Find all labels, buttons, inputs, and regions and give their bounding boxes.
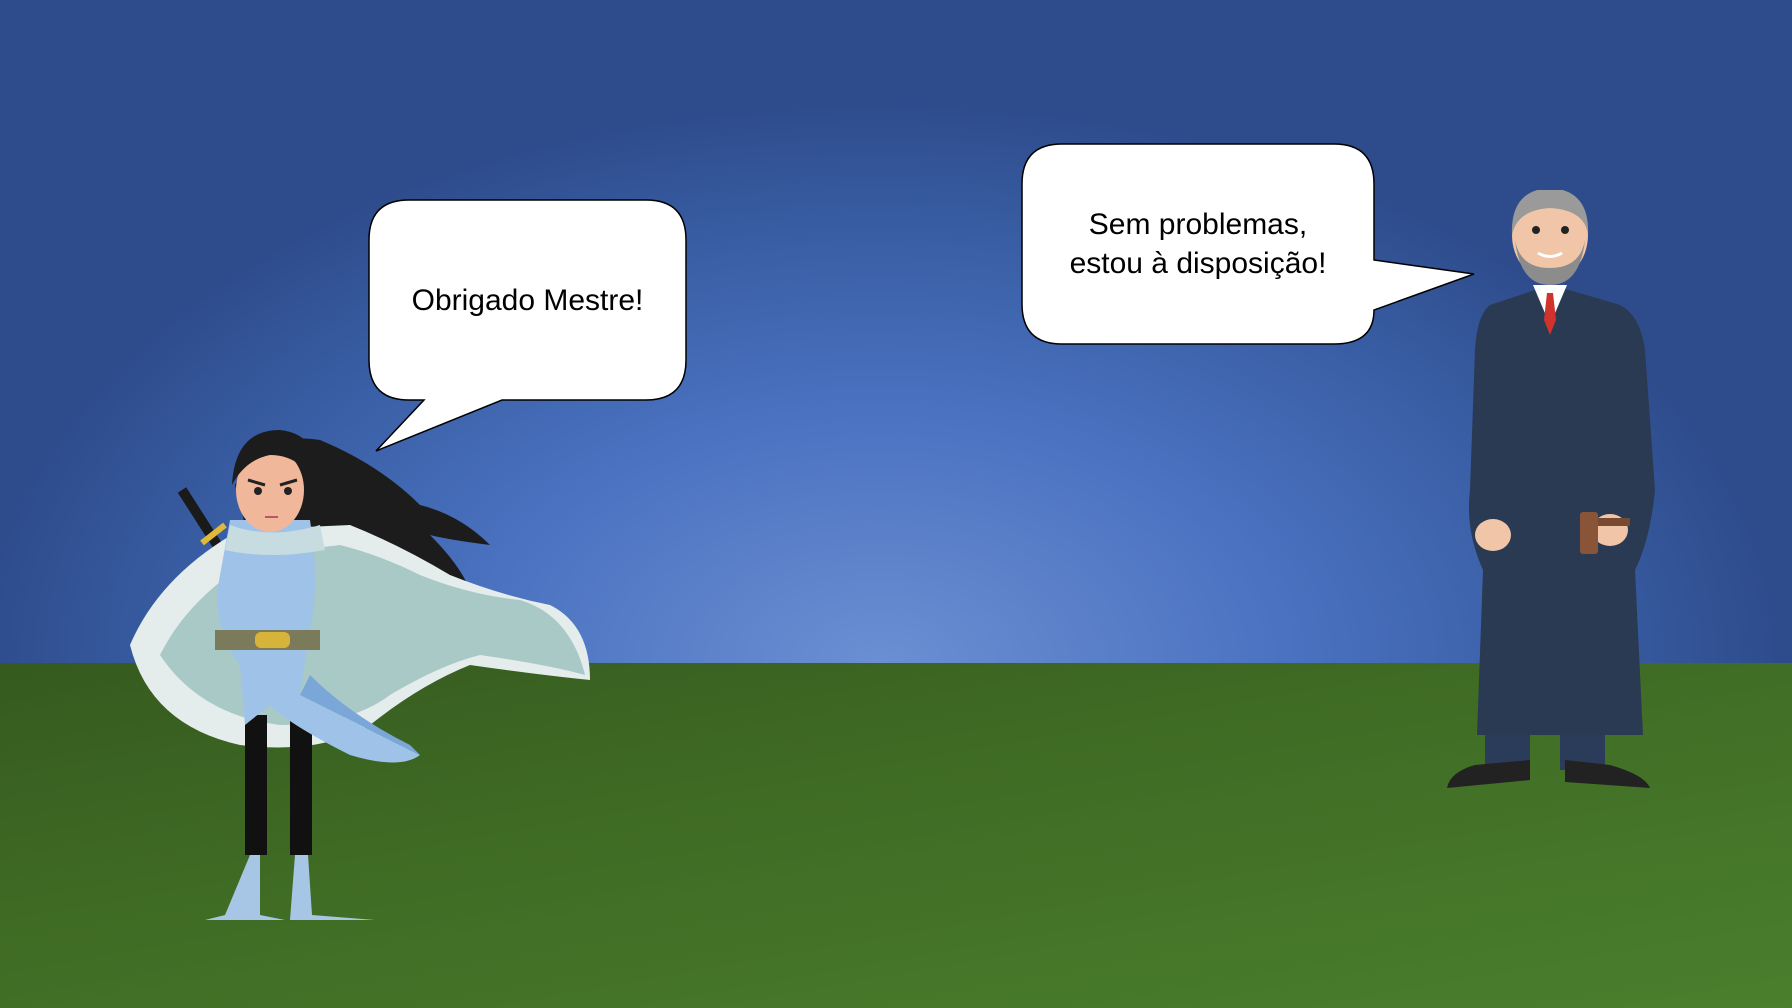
speech-line: estou à disposição!	[1069, 247, 1327, 280]
speech-text-right: Sem problemas, estou à disposição!	[1022, 144, 1374, 344]
speech-line: Sem problemas,	[1088, 208, 1308, 241]
warrior-character	[130, 430, 590, 920]
judge-character	[1447, 190, 1655, 788]
speech-text-left: Obrigado Mestre!	[411, 283, 644, 317]
